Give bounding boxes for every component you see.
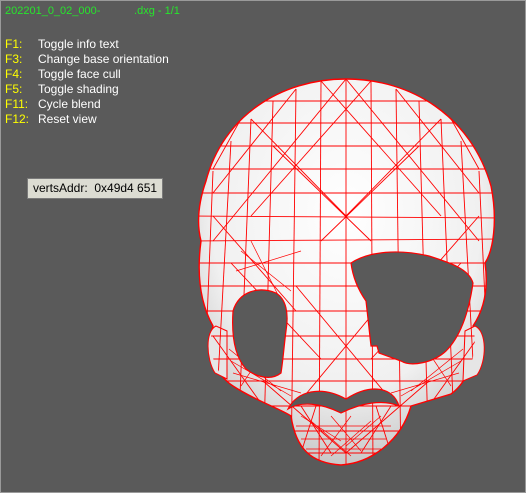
left-ear: [207, 325, 228, 380]
verts-address-tooltip: vertsAddr: 0x49d4 651: [27, 178, 164, 199]
3d-viewport[interactable]: 202201_0_02_000- .dxg - 1/1 F1: Toggle i…: [0, 0, 526, 493]
wireframe-head-mesh[interactable]: [1, 1, 525, 492]
